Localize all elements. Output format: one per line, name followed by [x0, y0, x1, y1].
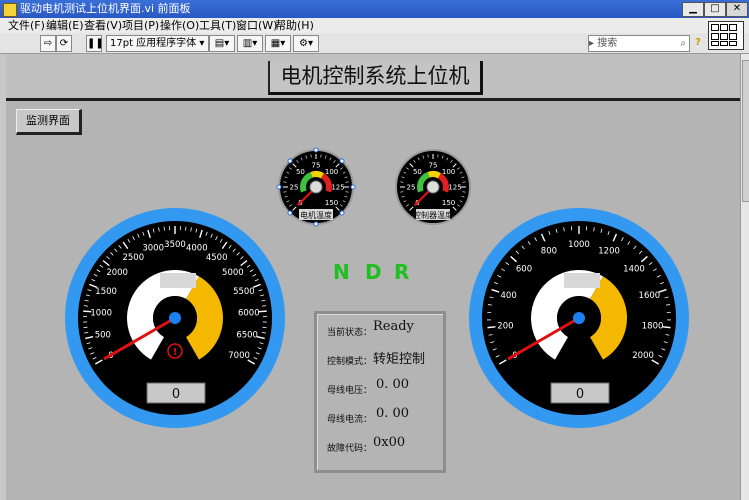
speed-tick — [83, 305, 88, 307]
controller_temp-tick-label: 25 — [407, 184, 416, 192]
selection-handle — [287, 158, 293, 164]
motor_temp-tick-label: 125 — [331, 184, 344, 192]
torque-tick-label: 600 — [516, 264, 532, 274]
controller_temp-tick-label: 50 — [413, 168, 422, 176]
torque-label-box — [564, 273, 600, 288]
selection-handle — [287, 210, 293, 216]
torque-tick — [487, 326, 496, 329]
motor_temp-tick-label: 50 — [296, 168, 305, 176]
torque-tick-label: 2000 — [632, 351, 654, 361]
torque-gauge: 02004006008001000120014001600180020000 — [469, 208, 689, 428]
torque-tick-label: 1800 — [642, 322, 664, 332]
speed-tick-label: 1000 — [90, 308, 112, 318]
gauges-layer: 0500100015002000250030003500400045005000… — [65, 147, 689, 428]
torque-tick-label: 400 — [501, 291, 517, 301]
motor_temp-tick-label: 100 — [325, 168, 338, 176]
controller_temp-tick-label: 125 — [448, 184, 461, 192]
speed-tick-label: 3000 — [142, 243, 164, 253]
speed-tick-label: 2000 — [106, 268, 128, 278]
scrollbar-thumb[interactable] — [742, 60, 749, 202]
selection-handle — [339, 210, 345, 216]
selection-handle — [313, 221, 319, 227]
speed-tick-label: 6500 — [236, 330, 258, 340]
torque-tick — [662, 326, 671, 329]
torque-tick-label: 1400 — [623, 264, 645, 274]
speed-tick-label: 3500 — [164, 240, 186, 250]
speed-tick-label: 4000 — [186, 243, 208, 253]
selection-handle — [339, 158, 345, 164]
speed-readout: 0 — [172, 387, 180, 402]
motor_temp-tick-label: 150 — [325, 199, 338, 207]
speed-tick-label: 6000 — [238, 308, 260, 318]
controller_temp-hub — [426, 180, 440, 194]
speed-tick-label: 5500 — [233, 287, 255, 297]
torque-hub — [573, 312, 585, 324]
warning-icon-mark: ! — [173, 347, 178, 358]
controller_temp-tick-label: 75 — [429, 162, 438, 170]
controller_temp-gauge: 0255075100125150控制器温度 — [395, 149, 471, 225]
torque-tick-label: 800 — [541, 246, 557, 256]
speed-tick — [258, 310, 267, 313]
motor_temp-label: 电机温度 — [300, 210, 332, 220]
torque-tick-label: 1200 — [598, 246, 620, 256]
torque-tick-label: 1600 — [639, 291, 661, 301]
controller_temp-tick-label: 100 — [442, 168, 455, 176]
speed-tick-label: 4500 — [206, 253, 228, 263]
torque-readout: 0 — [576, 387, 584, 402]
speed-hub — [169, 312, 181, 324]
motor_temp-hub — [309, 180, 323, 194]
speed-tick-label: 5000 — [222, 268, 244, 278]
speed-tick — [262, 305, 267, 307]
motor_temp-tick-label: 25 — [290, 184, 299, 192]
speed-tick-label: 7000 — [228, 351, 250, 361]
vertical-scrollbar[interactable] — [740, 54, 749, 500]
speed-gauge: 0 500 1000 1500 2000 25003000350040004500 5000… — [65, 208, 285, 428]
speed-tick-label: 1500 — [95, 287, 117, 297]
selection-handle — [350, 184, 356, 190]
controller_temp-label: 控制器温度 — [413, 210, 453, 220]
torque-tick-label: 1000 — [568, 240, 590, 250]
selection-handle — [313, 147, 319, 153]
speed-tick-label: 500 — [95, 330, 111, 340]
torque-tick-label: 200 — [497, 322, 513, 332]
speed-label-box — [160, 273, 196, 288]
motor_temp-tick-label: 75 — [312, 162, 321, 170]
selection-handle — [276, 184, 282, 190]
controller_temp-tick-label: 150 — [442, 199, 455, 207]
front-panel: 电机控制系统上位机 监测界面 N D R 当前状态： Ready 控制模式： 转… — [6, 54, 740, 500]
speed-tick-label: 2500 — [122, 253, 144, 263]
